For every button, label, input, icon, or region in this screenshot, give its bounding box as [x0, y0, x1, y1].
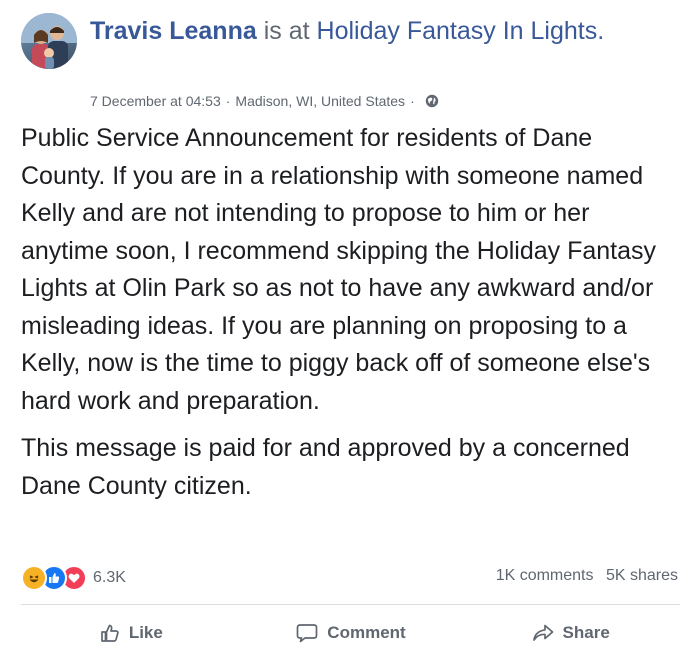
like-label: Like: [128, 623, 163, 642]
is-at-text: is at: [263, 17, 310, 45]
post-paragraph: This message is paid for and approved by…: [21, 434, 630, 500]
like-button[interactable]: Like: [21, 612, 241, 654]
post-body: Public Service Announcement for resident…: [21, 120, 681, 515]
post-header: Travis Leanna is at Holiday Fantasy In L…: [90, 14, 670, 48]
author-name-link[interactable]: Travis Leanna: [90, 17, 257, 45]
comments-count-link[interactable]: 1K comments: [496, 567, 594, 584]
engagement-stats: 1K comments 5K shares: [496, 567, 678, 585]
reactions-summary[interactable]: 6.3K: [21, 565, 126, 591]
place-link[interactable]: Holiday Fantasy In Lights.: [317, 17, 605, 45]
timestamp-link[interactable]: 7 December at 04:53: [90, 93, 221, 109]
share-button[interactable]: Share: [460, 612, 680, 654]
share-label: Share: [562, 623, 610, 642]
comment-button[interactable]: Comment: [241, 612, 461, 654]
meta-separator: ·: [225, 93, 231, 109]
shares-count-link[interactable]: 5K shares: [606, 567, 678, 584]
divider: [21, 604, 680, 605]
globe-icon[interactable]: [425, 94, 439, 108]
meta-separator: ·: [410, 93, 415, 109]
avatar[interactable]: [21, 13, 77, 69]
comment-icon: [296, 624, 318, 643]
post-actions: Like Comment Share: [21, 612, 680, 654]
thumbs-up-icon: [100, 624, 119, 642]
post-meta: 7 December at 04:53 · Madison, WI, Unite…: [90, 93, 439, 109]
location-text: Madison, WI, United States: [235, 93, 406, 109]
post-paragraph: Public Service Announcement for resident…: [21, 124, 657, 415]
comment-label: Comment: [327, 623, 406, 642]
reaction-count: 6.3K: [93, 569, 126, 586]
haha-icon: [21, 565, 47, 591]
share-icon: [532, 624, 553, 641]
